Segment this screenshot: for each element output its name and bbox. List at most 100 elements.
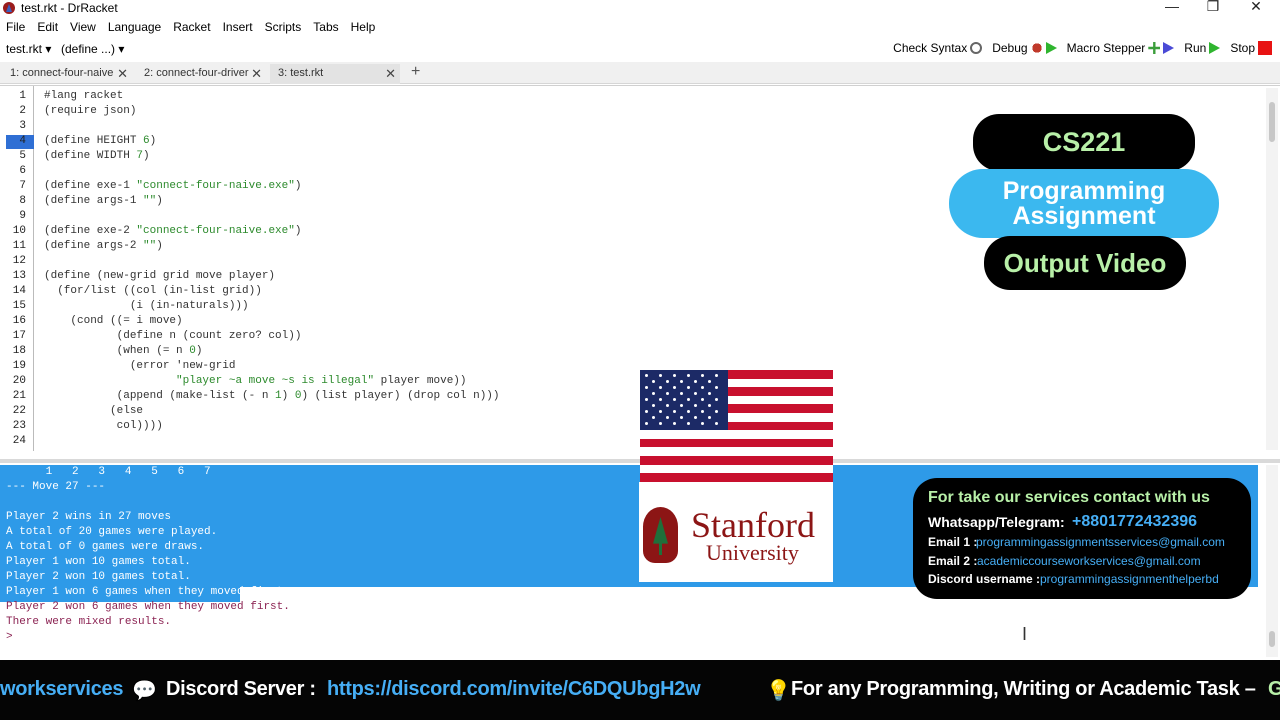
menu-file[interactable]: File [0, 17, 31, 34]
menu-language[interactable]: Language [102, 17, 167, 34]
flag-star-icon [687, 398, 690, 401]
line-number: 6 [19, 165, 26, 177]
check-syntax-label: Check Syntax [893, 41, 968, 55]
ticker-promo-tail: G [1268, 678, 1280, 700]
flag-star-icon [673, 398, 676, 401]
tab-test-rkt[interactable]: 3: test.rkt ✕ [270, 64, 400, 84]
code-line[interactable]: (define (new-grid grid move player) [44, 270, 275, 282]
flag-star-icon [701, 422, 704, 425]
code-line[interactable]: (cond ((= i move) [44, 315, 182, 327]
code-line[interactable]: (define HEIGHT 6) [44, 135, 156, 147]
tab-connect-four-driver[interactable]: 2: connect-four-driver ✕ [136, 64, 266, 84]
menu-insert[interactable]: Insert [217, 17, 259, 34]
stepper-play-icon [1163, 42, 1175, 54]
check-syntax-button[interactable]: Check Syntax [893, 41, 983, 55]
code-line[interactable]: "player ~a move ~s is illegal" player mo… [44, 375, 466, 387]
code-line[interactable]: (require json) [44, 105, 136, 117]
email2-link[interactable]: academiccourseworkservices@gmail.com [977, 554, 1201, 568]
output-line: A total of 0 games were draws. [6, 541, 205, 553]
menu-edit[interactable]: Edit [31, 17, 64, 34]
tab-bar: 1: connect-four-naive ✕ 2: connect-four-… [0, 62, 1280, 84]
flag-star-icon [687, 386, 690, 389]
flag-star-icon [645, 422, 648, 425]
whatsapp-number[interactable]: +8801772432396 [1072, 513, 1197, 531]
email2-label: Email 2 : [928, 554, 978, 568]
stanford-logo: Stanford University [639, 482, 833, 582]
code-line[interactable]: (define args-2 "") [44, 240, 163, 252]
flag-star-icon [701, 398, 704, 401]
interactions-scroll-thumb[interactable] [1269, 631, 1275, 647]
code-line[interactable]: (error 'new-grid [44, 360, 236, 372]
code-line[interactable]: (when (= n 0) [44, 345, 203, 357]
discord-username[interactable]: programmingassignmenthelperbd [1040, 572, 1219, 586]
flag-star-icon [645, 386, 648, 389]
flag-star-icon [687, 422, 690, 425]
macro-stepper-button[interactable]: Macro Stepper [1067, 41, 1175, 55]
close-button[interactable]: ✕ [1236, 0, 1276, 15]
magnifier-icon [970, 42, 983, 54]
flag-star-icon [715, 374, 718, 377]
ticker-discord-link[interactable]: https://discord.com/invite/C6DQUbgH2w [327, 678, 701, 701]
flag-star-icon [687, 374, 690, 377]
output-line: Player 1 won 10 games total. [6, 556, 191, 568]
menu-help[interactable]: Help [345, 17, 382, 34]
tab-close-icon[interactable]: ✕ [117, 66, 128, 82]
define-dropdown[interactable]: (define ...) ▾ [61, 42, 124, 56]
code-line[interactable]: (append (make-list (- n 1) 0) (list play… [44, 390, 500, 402]
run-play-icon [1209, 42, 1221, 54]
editor-scrollbar[interactable] [1266, 88, 1278, 450]
run-button[interactable]: Run [1184, 41, 1221, 55]
code-line[interactable]: (for/list ((col (in-list grid)) [44, 285, 262, 297]
line-number: 19 [12, 360, 26, 372]
interactions-scrollbar[interactable] [1266, 465, 1278, 657]
course-badge: CS221 [973, 114, 1195, 171]
run-label: Run [1184, 41, 1207, 55]
stanford-tree-icon [643, 507, 678, 563]
flag-star-icon [680, 404, 683, 407]
menu-racket[interactable]: Racket [167, 17, 216, 34]
code-line[interactable]: (define n (count zero? col)) [44, 330, 302, 342]
menu-scripts[interactable]: Scripts [259, 17, 308, 34]
code-line[interactable]: (define exe-2 "connect-four-naive.exe") [44, 225, 301, 237]
line-number-gutter: 1 2 3 4 5 6 7 8 9 10 11 12 13 14 15 16 17 18 19 20 21 22 23 24 [0, 86, 34, 451]
code-line[interactable]: (i (in-naturals))) [44, 300, 249, 312]
minimize-button[interactable]: — [1152, 0, 1192, 15]
new-tab-plus-icon[interactable]: + [411, 63, 420, 81]
line-number: 22 [12, 405, 26, 417]
code-line[interactable]: (define exe-1 "connect-four-naive.exe") [44, 180, 301, 192]
output-line: Player 2 won 10 games total. [6, 571, 191, 583]
flag-star-icon [666, 416, 669, 419]
line-number: 2 [19, 105, 26, 117]
flag-star-icon [680, 380, 683, 383]
menu-view[interactable]: View [64, 17, 102, 34]
flag-star-icon [708, 380, 711, 383]
menu-tabs[interactable]: Tabs [307, 17, 344, 34]
flag-star-icon [659, 422, 662, 425]
code-line[interactable]: (define args-1 "") [44, 195, 163, 207]
editor-scroll-thumb[interactable] [1269, 102, 1275, 142]
flag-star-icon [701, 410, 704, 413]
tab-close-icon[interactable]: ✕ [251, 66, 262, 82]
flag-stripe [640, 464, 833, 474]
output-line: Player 2 wins in 27 moves [6, 511, 172, 523]
contact-card: For take our services contact with us Wh… [913, 478, 1251, 599]
email1-link[interactable]: programmingassignmentsservices@gmail.com [976, 535, 1225, 549]
maximize-button[interactable]: ❐ [1193, 0, 1233, 15]
flag-star-icon [666, 404, 669, 407]
flag-star-icon [652, 416, 655, 419]
lightbulb-icon: 💡 [766, 680, 791, 702]
code-line[interactable]: col)))) [44, 420, 163, 432]
code-line[interactable]: (define WIDTH 7) [44, 150, 150, 162]
stop-button[interactable]: Stop [1230, 41, 1272, 55]
window-title: test.rkt - DrRacket [21, 1, 118, 15]
code-line[interactable]: (else [44, 405, 143, 417]
line-number: 5 [19, 150, 26, 162]
flag-star-icon [666, 392, 669, 395]
file-dropdown[interactable]: test.rkt ▾ [6, 42, 51, 56]
ticker-promo-text: For any Programming, Writing or Academic… [791, 678, 1256, 700]
tab-close-icon[interactable]: ✕ [385, 66, 396, 82]
debug-button[interactable]: Debug [992, 41, 1057, 55]
code-line[interactable]: #lang racket [44, 90, 123, 102]
line-number: 20 [12, 375, 26, 387]
tab-connect-four-naive[interactable]: 1: connect-four-naive ✕ [2, 64, 132, 84]
